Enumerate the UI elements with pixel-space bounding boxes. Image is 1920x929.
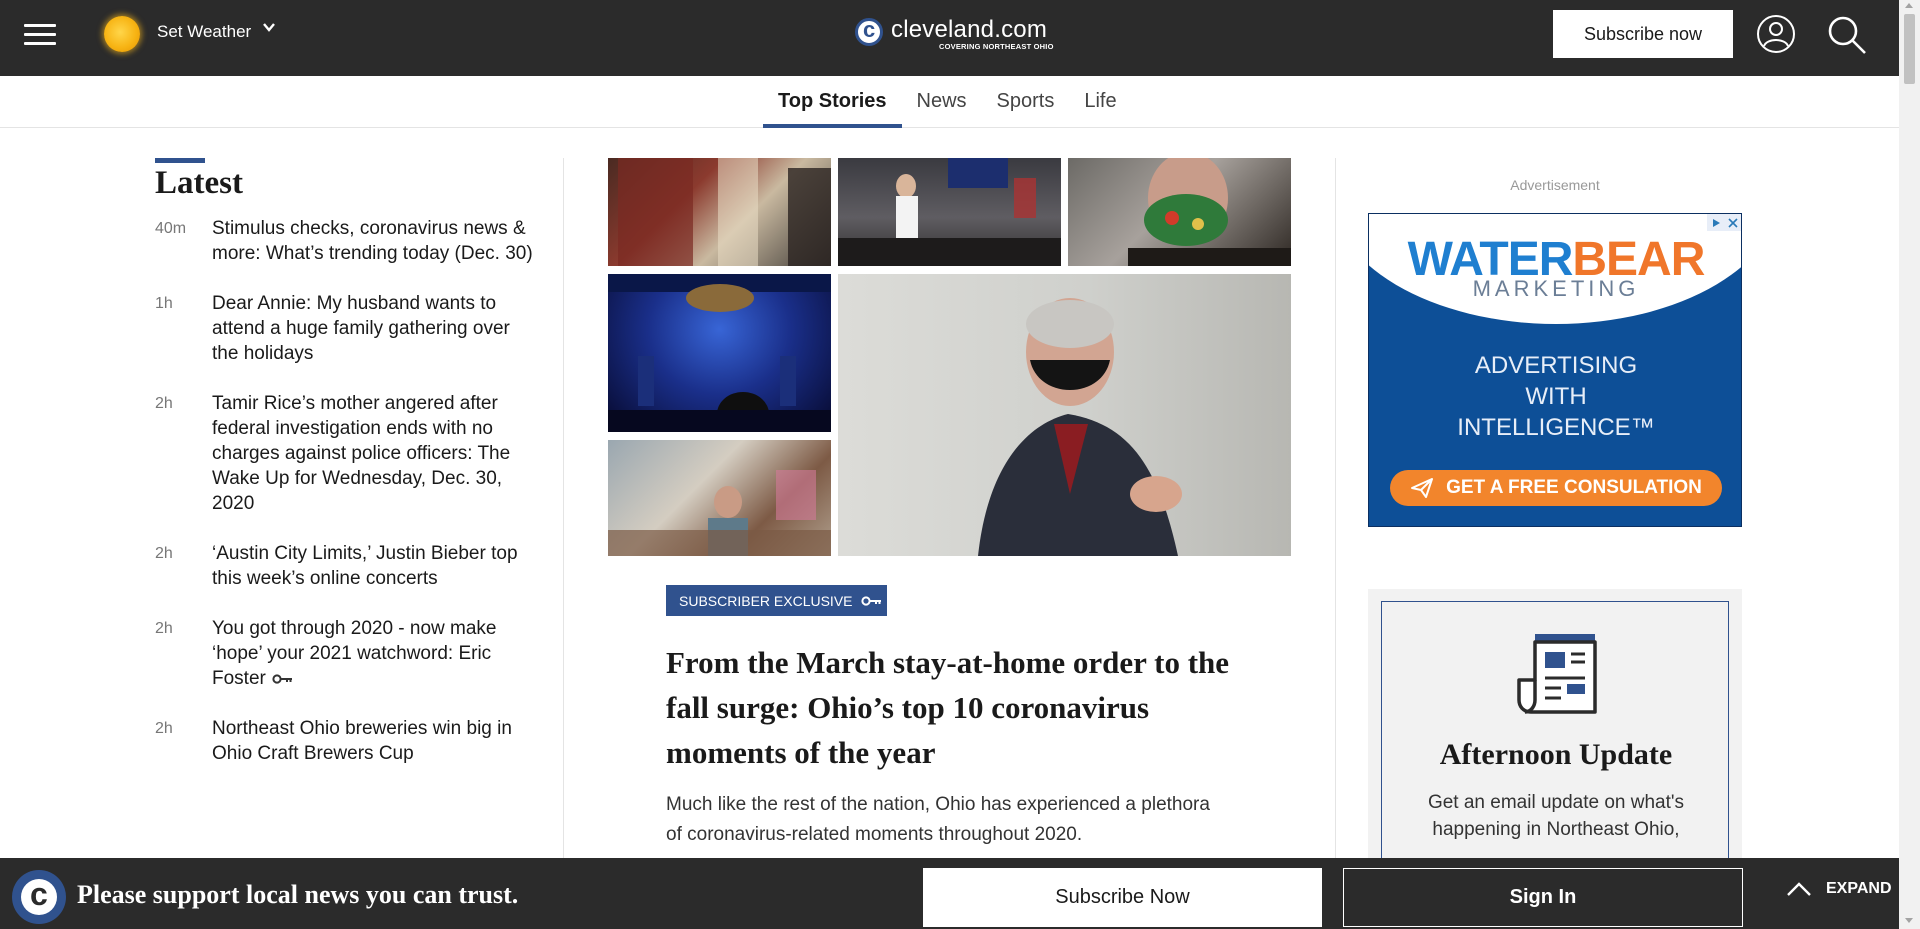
photo-restaurant-shapes <box>608 470 831 556</box>
headline-text: You got through 2020 - now make ‘hope’ y… <box>212 618 497 689</box>
expand-label: EXPAND <box>1826 880 1892 897</box>
photo-collage <box>608 158 1291 556</box>
site-header: Set Weather cleveland.com COVERING NORTH… <box>0 0 1899 76</box>
headline-link[interactable]: You got through 2020 - now make ‘hope’ y… <box>212 616 535 691</box>
feature-headline[interactable]: From the March stay-at-home order to the… <box>666 640 1246 775</box>
list-item[interactable]: 1h Dear Annie: My husband wants to atten… <box>155 291 535 366</box>
photo-store-shapes <box>618 158 831 266</box>
ad-info-icon <box>1712 218 1720 227</box>
photo-governor-dewine[interactable] <box>838 274 1291 556</box>
ad-cta-label: GET A FREE CONSULATION <box>1446 477 1702 498</box>
chevron-down-icon[interactable] <box>262 20 276 34</box>
search-icon[interactable] <box>1826 14 1868 56</box>
site-logo[interactable]: cleveland.com COVERING NORTHEAST OHIO <box>855 16 1053 56</box>
list-item[interactable]: 40m Stimulus checks, coronavirus news & … <box>155 216 535 266</box>
list-item[interactable]: 2h Northeast Ohio breweries win big in O… <box>155 716 535 766</box>
headline-link[interactable]: Northeast Ohio breweries win big in Ohio… <box>212 716 535 766</box>
sign-in-button[interactable]: Sign In <box>1343 868 1743 927</box>
sun-icon[interactable] <box>104 16 140 52</box>
newsletter-description: Get an email update on what's happening … <box>1427 792 1685 840</box>
photo-presidential-debate[interactable] <box>608 274 831 432</box>
photo-restaurant[interactable] <box>608 440 831 556</box>
chevron-up-icon <box>1787 882 1811 896</box>
list-item[interactable]: 2h ‘Austin City Limits,’ Justin Bieber t… <box>155 541 535 591</box>
key-icon <box>860 595 881 606</box>
section-accent-bar <box>155 158 205 163</box>
tab-sports[interactable]: Sports <box>982 76 1070 128</box>
timestamp: 40m <box>155 220 187 237</box>
set-weather-link[interactable]: Set Weather <box>157 22 251 42</box>
photo-governor-shapes <box>978 298 1182 556</box>
scroll-thumb[interactable] <box>1904 14 1915 84</box>
subscribe-button[interactable]: Subscribe now <box>1553 10 1733 58</box>
latest-heading: Latest <box>155 165 243 201</box>
timestamp: 1h <box>155 295 173 312</box>
tab-life[interactable]: Life <box>1069 76 1131 128</box>
ad-line-3: INTELLIGENCE™ <box>1457 414 1655 441</box>
expand-button[interactable]: EXPAND <box>1786 880 1892 898</box>
timestamp: 2h <box>155 545 173 562</box>
headline-link[interactable]: Dear Annie: My husband wants to attend a… <box>212 291 535 366</box>
ad-line-1: ADVERTISING <box>1474 352 1638 379</box>
latest-list: 40m Stimulus checks, coronavirus news & … <box>155 216 535 766</box>
ad-line-2: WITH <box>1525 383 1587 410</box>
logo-tagline: COVERING NORTHEAST OHIO <box>939 42 1054 51</box>
badge-label: SUBSCRIBER EXCLUSIVE <box>679 592 853 609</box>
photo-mask-required-store[interactable] <box>608 158 831 266</box>
timestamp: 2h <box>155 720 173 737</box>
advertisement-label: Advertisement <box>1510 177 1600 193</box>
newspaper-icon <box>1517 634 1597 714</box>
account-icon[interactable] <box>1756 14 1796 54</box>
headline-link[interactable]: ‘Austin City Limits,’ Justin Bieber top … <box>212 541 535 591</box>
logo-mark-icon <box>855 17 883 46</box>
page-scrollbar[interactable] <box>1899 0 1920 929</box>
paper-plane-icon <box>1411 478 1434 498</box>
photo-debate-shapes <box>608 274 831 432</box>
adchoices-icon[interactable] <box>1707 214 1741 231</box>
column-divider <box>1335 158 1336 858</box>
photo-man-in-mask[interactable] <box>1068 158 1291 266</box>
subscribe-now-button[interactable]: Subscribe Now <box>923 868 1322 927</box>
menu-icon[interactable] <box>24 24 56 48</box>
scroll-up-arrow[interactable] <box>1905 3 1913 8</box>
subscriber-key-icon <box>272 674 292 684</box>
list-item[interactable]: 2h Tamir Rice’s mother angered after fed… <box>155 391 535 516</box>
newsletter-signup-card: Afternoon Update Get an email update on … <box>1368 589 1742 901</box>
ad-cta-button[interactable]: GET A FREE CONSULATION <box>1390 470 1722 506</box>
subscription-banner: Please support local news you can trust.… <box>0 858 1899 929</box>
ad-subbrand: MARKETING <box>1472 276 1640 301</box>
ad-tagline: ADVERTISING WITH INTELLIGENCE™ <box>1369 350 1741 443</box>
headline-link[interactable]: Tamir Rice’s mother angered after federa… <box>212 391 535 516</box>
photo-press-conference[interactable] <box>838 158 1061 266</box>
timestamp: 2h <box>155 620 173 637</box>
advertisement-banner[interactable]: WATERBEAR MARKETING ADVERTISING WITH INT… <box>1368 213 1742 527</box>
cleveland-logo-icon <box>12 870 66 924</box>
feature-summary: Much like the rest of the nation, Ohio h… <box>666 794 1210 845</box>
support-message: Please support local news you can trust. <box>77 880 519 909</box>
column-divider <box>563 158 564 858</box>
logo-text: cleveland.com <box>891 16 1048 43</box>
newsletter-card-inner[interactable]: Afternoon Update Get an email update on … <box>1381 601 1729 901</box>
headline-link[interactable]: Stimulus checks, coronavirus news & more… <box>212 216 535 266</box>
timestamp: 2h <box>155 395 173 412</box>
tab-top-stories[interactable]: Top Stories <box>763 76 902 128</box>
section-tabs: Top Stories News Sports Life <box>763 76 1132 128</box>
scroll-down-arrow[interactable] <box>1905 918 1913 923</box>
section-nav: Top Stories News Sports Life <box>0 76 1899 128</box>
ad-close-icon[interactable] <box>1727 217 1738 228</box>
list-item[interactable]: 2h You got through 2020 - now make ‘hope… <box>155 616 535 691</box>
tab-news[interactable]: News <box>902 76 982 128</box>
latest-column: Latest 40m Stimulus checks, coronavirus … <box>155 158 535 791</box>
photo-press-shapes <box>838 158 1061 266</box>
photo-mask-shapes <box>1128 158 1291 266</box>
subscriber-exclusive-badge[interactable]: SUBSCRIBER EXCLUSIVE <box>666 585 887 616</box>
newsletter-title: Afternoon Update <box>1439 738 1673 771</box>
